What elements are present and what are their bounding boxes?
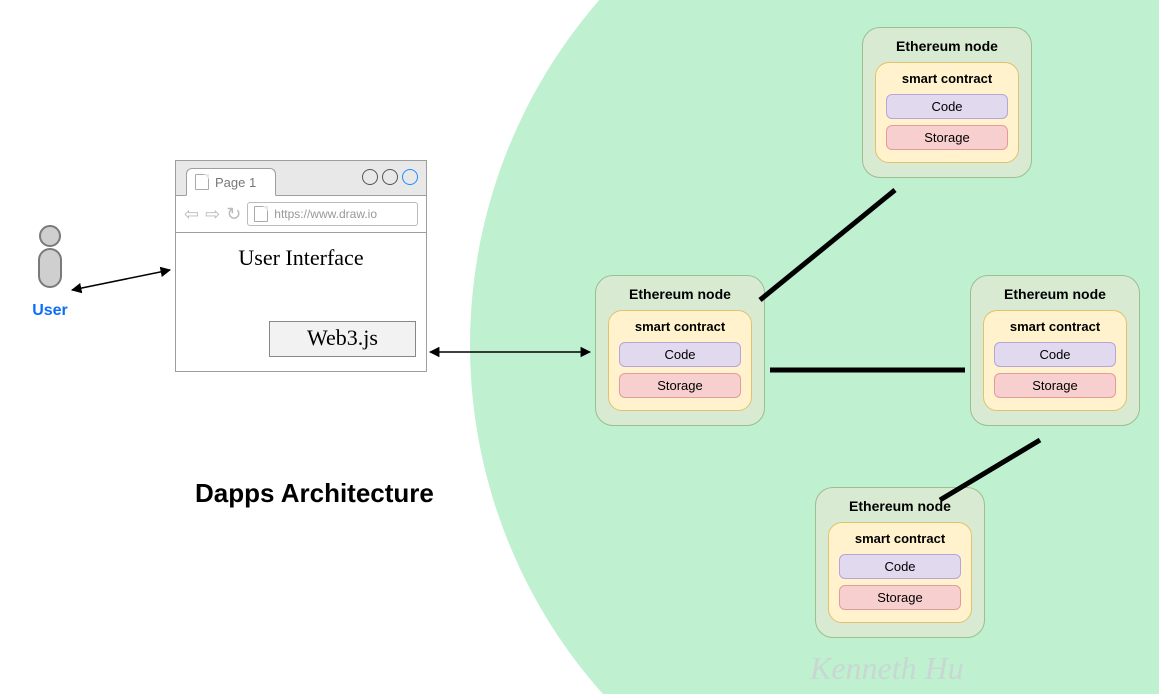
smart-contract: smart contract Code Storage [608, 310, 752, 411]
code-box: Code [994, 342, 1116, 367]
code-box: Code [839, 554, 961, 579]
forward-icon[interactable]: ⇨ [205, 205, 220, 223]
contract-title: smart contract [839, 531, 961, 546]
reload-icon[interactable]: ↻ [226, 205, 241, 223]
storage-box: Storage [619, 373, 741, 398]
browser-body: User Interface Web3.js [176, 233, 426, 371]
contract-title: smart contract [886, 71, 1008, 86]
window-close-icon[interactable] [402, 169, 418, 185]
ethereum-node-3: Ethereum node smart contract Code Storag… [970, 275, 1140, 426]
storage-box: Storage [886, 125, 1008, 150]
window-maximize-icon[interactable] [382, 169, 398, 185]
contract-title: smart contract [619, 319, 741, 334]
user-actor: User [20, 225, 80, 320]
user-label: User [20, 302, 80, 320]
browser-tabbar: Page 1 [176, 161, 426, 196]
window-controls [362, 169, 418, 185]
code-box: Code [886, 94, 1008, 119]
diagram-title: Dapps Architecture [195, 478, 434, 509]
ethereum-node-4: Ethereum node smart contract Code Storag… [815, 487, 985, 638]
contract-title: smart contract [994, 319, 1116, 334]
browser-toolbar: ⇦ ⇨ ↻ https://www.draw.io [176, 196, 426, 233]
node-title: Ethereum node [608, 286, 752, 302]
node-title: Ethereum node [983, 286, 1127, 302]
code-box: Code [619, 342, 741, 367]
tab-label: Page 1 [215, 175, 256, 190]
node-title: Ethereum node [828, 498, 972, 514]
url-text: https://www.draw.io [274, 207, 377, 221]
back-icon[interactable]: ⇦ [184, 205, 199, 223]
window-minimize-icon[interactable] [362, 169, 378, 185]
browser-window: Page 1 ⇦ ⇨ ↻ https://www.draw.io User In… [175, 160, 427, 372]
browser-tab[interactable]: Page 1 [186, 168, 276, 196]
edge-user-browser [72, 270, 170, 290]
smart-contract: smart contract Code Storage [875, 62, 1019, 163]
ethereum-node-2: Ethereum node smart contract Code Storag… [862, 27, 1032, 178]
web3-box: Web3.js [269, 321, 416, 357]
storage-box: Storage [994, 373, 1116, 398]
author-signature: Kenneth Hu [810, 650, 964, 687]
smart-contract: smart contract Code Storage [983, 310, 1127, 411]
url-field[interactable]: https://www.draw.io [247, 202, 418, 226]
node-title: Ethereum node [875, 38, 1019, 54]
page-icon [254, 206, 268, 222]
storage-box: Storage [839, 585, 961, 610]
smart-contract: smart contract Code Storage [828, 522, 972, 623]
ethereum-node-1: Ethereum node smart contract Code Storag… [595, 275, 765, 426]
user-icon [30, 225, 70, 291]
page-icon [195, 174, 209, 190]
user-interface-label: User Interface [186, 245, 416, 271]
